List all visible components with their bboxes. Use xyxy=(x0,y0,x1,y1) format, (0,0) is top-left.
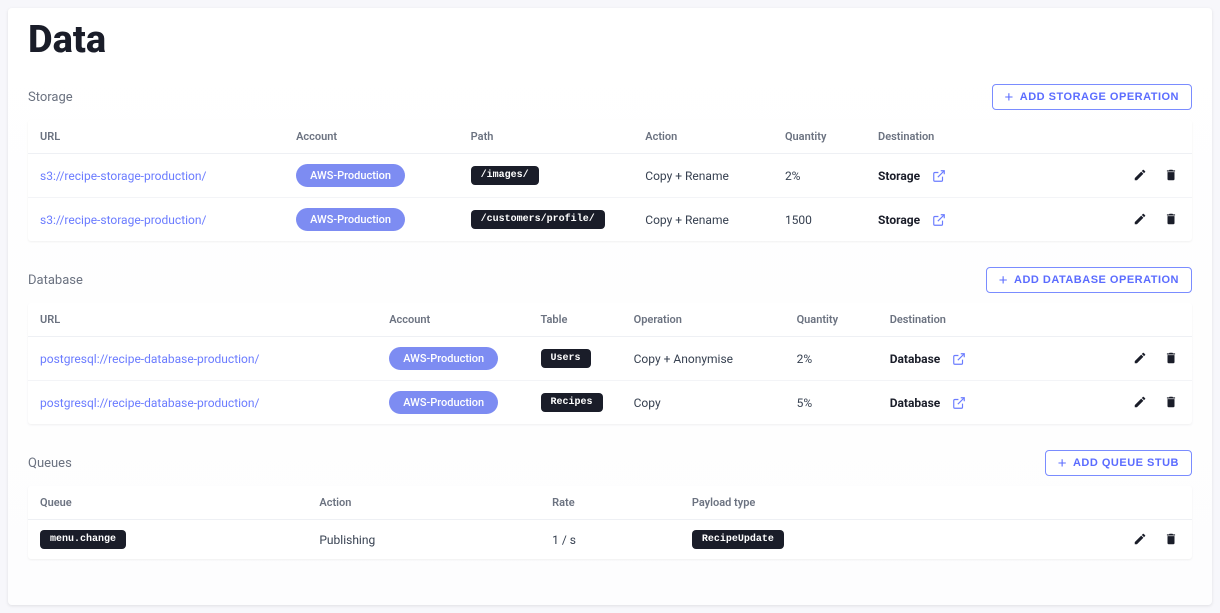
delete-icon[interactable] xyxy=(1162,393,1180,411)
delete-icon[interactable] xyxy=(1162,210,1180,228)
open-link-icon[interactable] xyxy=(930,211,948,229)
col-rate: Rate xyxy=(540,486,680,520)
queues-title: Queues xyxy=(28,456,72,471)
delete-icon[interactable] xyxy=(1162,530,1180,548)
col-account: Account xyxy=(377,303,528,337)
add-storage-label: ADD STORAGE OPERATION xyxy=(1020,91,1179,103)
account-chip[interactable]: AWS-Production xyxy=(296,164,405,187)
storage-action: Copy + Rename xyxy=(633,154,773,198)
queue-action: Publishing xyxy=(307,520,540,560)
plus-icon: + xyxy=(1005,92,1014,103)
edit-icon[interactable] xyxy=(1131,210,1149,228)
add-database-operation-button[interactable]: + ADD DATABASE OPERATION xyxy=(986,267,1192,293)
delete-icon[interactable] xyxy=(1162,349,1180,367)
queues-section: Queues + ADD QUEUE STUB Queue Action Rat… xyxy=(28,450,1192,559)
path-chip: /images/ xyxy=(471,166,539,185)
plus-icon: + xyxy=(1058,458,1067,469)
table-row: postgresql://recipe-database-production/… xyxy=(28,337,1192,381)
destination-label: Database xyxy=(890,352,941,366)
col-url: URL xyxy=(28,303,377,337)
queues-table: Queue Action Rate Payload type menu.chan… xyxy=(28,486,1192,559)
database-header: Database + ADD DATABASE OPERATION xyxy=(28,267,1192,293)
database-url[interactable]: postgresql://recipe-database-production/ xyxy=(40,352,259,366)
account-chip[interactable]: AWS-Production xyxy=(389,391,498,414)
edit-icon[interactable] xyxy=(1131,393,1149,411)
path-chip: /customers/profile/ xyxy=(471,210,605,229)
database-title: Database xyxy=(28,273,83,288)
open-link-icon[interactable] xyxy=(950,394,968,412)
storage-header: Storage + ADD STORAGE OPERATION xyxy=(28,84,1192,110)
col-account: Account xyxy=(284,120,459,154)
data-page: Data Storage + ADD STORAGE OPERATION URL… xyxy=(8,8,1212,605)
table-row: s3://recipe-storage-production/ AWS-Prod… xyxy=(28,154,1192,198)
storage-table: URL Account Path Action Quantity Destina… xyxy=(28,120,1192,241)
col-quantity: Quantity xyxy=(773,120,866,154)
destination-label: Storage xyxy=(878,213,920,227)
table-row: menu.change Publishing 1 / s RecipeUpdat… xyxy=(28,520,1192,560)
account-chip[interactable]: AWS-Production xyxy=(389,347,498,370)
queue-chip: menu.change xyxy=(40,530,126,549)
col-table: Table xyxy=(529,303,622,337)
plus-icon: + xyxy=(999,275,1008,286)
table-chip: Users xyxy=(541,349,591,368)
queue-rate: 1 / s xyxy=(540,520,680,560)
edit-icon[interactable] xyxy=(1131,166,1149,184)
storage-quantity: 2% xyxy=(773,154,866,198)
account-chip[interactable]: AWS-Production xyxy=(296,208,405,231)
storage-action: Copy + Rename xyxy=(633,198,773,242)
col-destination: Destination xyxy=(878,303,1076,337)
queues-header: Queues + ADD QUEUE STUB xyxy=(28,450,1192,476)
table-row: postgresql://recipe-database-production/… xyxy=(28,381,1192,425)
col-queue: Queue xyxy=(28,486,307,520)
col-action: Action xyxy=(633,120,773,154)
edit-icon[interactable] xyxy=(1131,530,1149,548)
open-link-icon[interactable] xyxy=(930,167,948,185)
storage-url[interactable]: s3://recipe-storage-production/ xyxy=(40,213,206,227)
add-queue-label: ADD QUEUE STUB xyxy=(1073,457,1179,469)
col-action: Action xyxy=(307,486,540,520)
payload-chip: RecipeUpdate xyxy=(692,530,784,549)
col-quantity: Quantity xyxy=(785,303,878,337)
table-row: s3://recipe-storage-production/ AWS-Prod… xyxy=(28,198,1192,242)
add-storage-operation-button[interactable]: + ADD STORAGE OPERATION xyxy=(992,84,1192,110)
storage-quantity: 1500 xyxy=(773,198,866,242)
storage-url[interactable]: s3://recipe-storage-production/ xyxy=(40,169,206,183)
edit-icon[interactable] xyxy=(1131,349,1149,367)
table-chip: Recipes xyxy=(541,393,603,412)
database-section: Database + ADD DATABASE OPERATION URL Ac… xyxy=(28,267,1192,424)
add-database-label: ADD DATABASE OPERATION xyxy=(1014,274,1179,286)
destination-label: Database xyxy=(890,396,941,410)
page-title: Data xyxy=(28,18,1192,62)
database-table: URL Account Table Operation Quantity Des… xyxy=(28,303,1192,424)
db-quantity: 2% xyxy=(785,337,878,381)
db-operation: Copy + Anonymise xyxy=(622,337,785,381)
delete-icon[interactable] xyxy=(1162,166,1180,184)
col-operation: Operation xyxy=(622,303,785,337)
destination-label: Storage xyxy=(878,169,920,183)
storage-section: Storage + ADD STORAGE OPERATION URL Acco… xyxy=(28,84,1192,241)
col-path: Path xyxy=(459,120,634,154)
add-queue-stub-button[interactable]: + ADD QUEUE STUB xyxy=(1045,450,1192,476)
col-url: URL xyxy=(28,120,284,154)
database-url[interactable]: postgresql://recipe-database-production/ xyxy=(40,396,259,410)
col-payload: Payload type xyxy=(680,486,1076,520)
db-operation: Copy xyxy=(622,381,785,425)
open-link-icon[interactable] xyxy=(950,350,968,368)
col-destination: Destination xyxy=(866,120,1076,154)
storage-title: Storage xyxy=(28,90,73,105)
db-quantity: 5% xyxy=(785,381,878,425)
